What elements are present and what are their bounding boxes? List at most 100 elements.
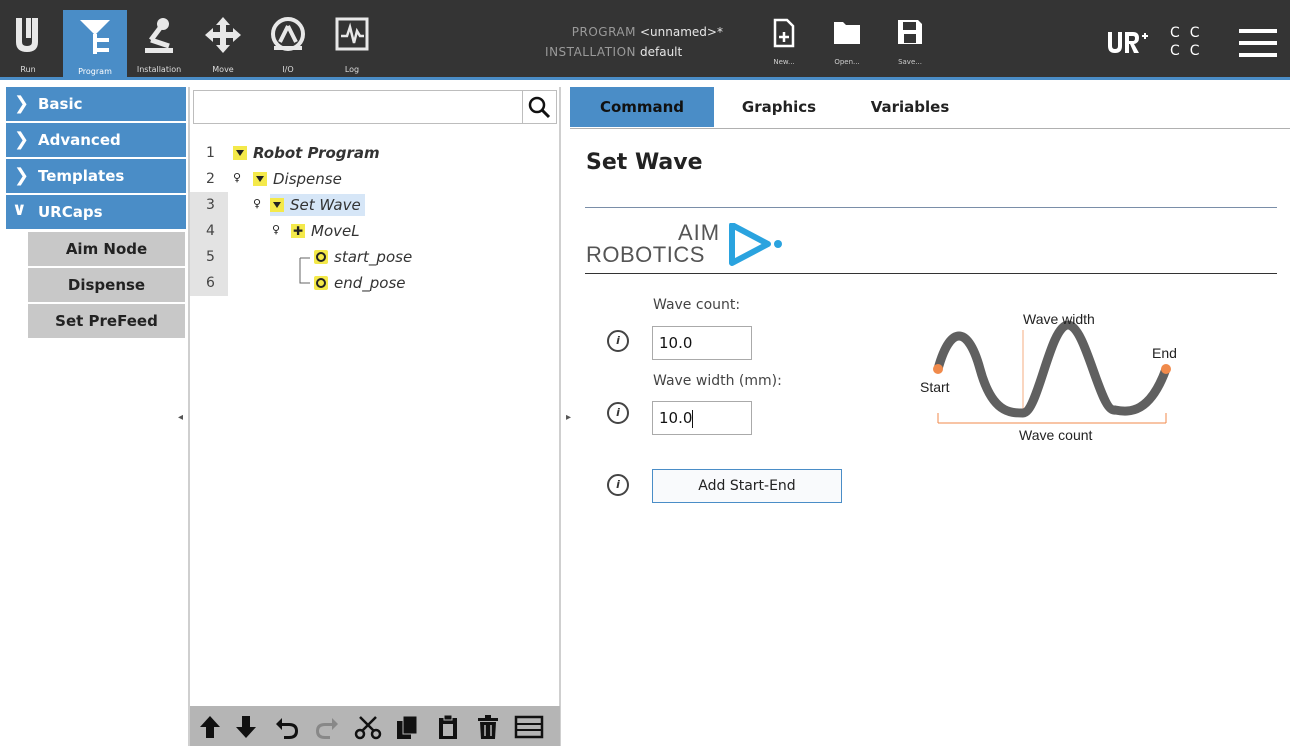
nav-run-button[interactable]: Run bbox=[8, 8, 48, 80]
open-program-label: Open... bbox=[834, 58, 860, 66]
speed-indicator[interactable]: CC CC bbox=[1170, 24, 1218, 60]
collapse-triangle-icon bbox=[270, 197, 284, 212]
tab-graphics[interactable]: Graphics bbox=[720, 87, 838, 127]
program-key: PROGRAM bbox=[571, 25, 636, 39]
ur-logo-icon bbox=[16, 18, 38, 52]
wave-count-input[interactable]: 10.0 bbox=[652, 326, 752, 360]
new-file-icon bbox=[773, 18, 795, 48]
line-number: 4 bbox=[190, 218, 228, 244]
tree-search-input[interactable] bbox=[198, 92, 522, 124]
tree-node-movel[interactable]: ✚ MoveL bbox=[291, 220, 360, 242]
left-splitter-handle[interactable]: ◂ bbox=[178, 412, 183, 423]
top-bar: Run Program Installation Move I/O Log PR… bbox=[0, 0, 1290, 80]
nav-log-button[interactable]: Log bbox=[326, 8, 378, 80]
wave-count-label: Wave count: bbox=[653, 297, 741, 313]
nav-installation-button[interactable]: Installation bbox=[130, 8, 188, 80]
urcap-item-aim-node[interactable]: Aim Node bbox=[28, 232, 185, 266]
waypoint-icon bbox=[314, 249, 328, 264]
nav-installation-label: Installation bbox=[136, 65, 182, 74]
divider bbox=[585, 207, 1277, 208]
diagram-wave-count-label: Wave count bbox=[1019, 427, 1093, 443]
category-urcaps-label: URCaps bbox=[38, 203, 103, 221]
collapse-triangle-icon bbox=[253, 171, 267, 186]
program-info: PROGRAM <unnamed>* INSTALLATION default bbox=[536, 22, 723, 62]
tab-variables[interactable]: Variables bbox=[850, 87, 970, 127]
tree-search-field[interactable] bbox=[193, 90, 557, 124]
line-number: 3 bbox=[190, 192, 228, 218]
category-advanced[interactable]: ❯ Advanced bbox=[6, 123, 186, 157]
tree-node-label: Dispense bbox=[273, 170, 342, 188]
redo-icon[interactable] bbox=[314, 714, 340, 740]
tab-command[interactable]: Command bbox=[570, 87, 714, 127]
suppress-icon[interactable] bbox=[514, 714, 544, 740]
tree-node-label: Robot Program bbox=[253, 144, 380, 162]
move-icon: ✚ bbox=[291, 223, 305, 238]
tree-node-start-pose[interactable]: start_pose bbox=[314, 246, 412, 268]
category-templates[interactable]: ❯ Templates bbox=[6, 159, 186, 193]
diagram-wave-width-label: Wave width bbox=[1023, 311, 1095, 327]
urcap-item-set-prefeed[interactable]: Set PreFeed bbox=[28, 304, 185, 338]
nav-log-label: Log bbox=[344, 65, 360, 74]
nav-program-button[interactable]: Program bbox=[63, 10, 127, 80]
save-program-button[interactable]: Save... bbox=[886, 18, 934, 70]
category-advanced-label: Advanced bbox=[38, 131, 121, 149]
pin-icon: ♀ bbox=[272, 223, 281, 236]
io-icon bbox=[271, 17, 305, 51]
tree-node-label: MoveL bbox=[311, 222, 360, 240]
installation-key: INSTALLATION bbox=[545, 45, 636, 59]
aim-robotics-logo: AIM ROBOTICS bbox=[586, 220, 796, 270]
tree-node-dispense[interactable]: Dispense bbox=[253, 168, 342, 190]
new-program-label: New... bbox=[773, 58, 795, 66]
line-number: 2 bbox=[206, 171, 215, 187]
category-basic-label: Basic bbox=[38, 95, 83, 113]
cut-icon[interactable] bbox=[354, 714, 382, 740]
nav-move-button[interactable]: Move bbox=[198, 8, 248, 80]
arrow-up-icon[interactable] bbox=[198, 714, 222, 740]
speed-indicator-c: C bbox=[1189, 43, 1210, 59]
tree-node-label: Set Wave bbox=[290, 196, 361, 214]
text-cursor bbox=[692, 409, 694, 428]
tree-node-set-wave[interactable]: Set Wave bbox=[270, 194, 365, 216]
category-urcaps[interactable]: ∨ URCaps bbox=[6, 195, 186, 229]
info-icon[interactable]: i bbox=[607, 330, 629, 352]
move-arrows-icon bbox=[205, 17, 241, 53]
tree-node-label: start_pose bbox=[334, 248, 413, 266]
nav-io-label: I/O bbox=[282, 65, 294, 74]
chevron-down-icon: ∨ bbox=[12, 199, 27, 220]
hamburger-menu-button[interactable] bbox=[1238, 26, 1278, 60]
undo-icon[interactable] bbox=[274, 714, 300, 740]
speed-indicator-c: C bbox=[1170, 43, 1190, 59]
new-program-button[interactable]: New... bbox=[760, 18, 808, 70]
speed-indicator-c: C bbox=[1189, 25, 1210, 41]
nav-io-button[interactable]: I/O bbox=[262, 8, 314, 80]
paste-icon[interactable] bbox=[436, 714, 460, 740]
open-program-button[interactable]: Open... bbox=[823, 18, 871, 70]
chevron-right-icon: ❯ bbox=[14, 93, 30, 114]
tree-toolbar bbox=[190, 706, 560, 746]
urcap-item-dispense[interactable]: Dispense bbox=[28, 268, 185, 302]
ur-plus-button[interactable] bbox=[1106, 30, 1150, 60]
add-start-end-button[interactable]: Add Start-End bbox=[652, 469, 842, 503]
search-button[interactable] bbox=[522, 91, 556, 123]
tree-node-end-pose[interactable]: end_pose bbox=[314, 272, 406, 294]
ur-plus-icon bbox=[1108, 32, 1148, 53]
save-disk-icon bbox=[898, 20, 922, 44]
delete-icon[interactable] bbox=[476, 714, 500, 740]
category-basic[interactable]: ❯ Basic bbox=[6, 87, 186, 121]
program-icon bbox=[80, 20, 110, 54]
search-icon bbox=[528, 96, 551, 119]
installation-name: default bbox=[640, 45, 683, 59]
category-templates-label: Templates bbox=[38, 167, 125, 185]
arrow-down-icon[interactable] bbox=[234, 714, 258, 740]
log-icon bbox=[335, 17, 369, 51]
line-number: 5 bbox=[190, 244, 228, 270]
copy-icon[interactable] bbox=[395, 714, 419, 740]
info-icon[interactable]: i bbox=[607, 402, 629, 424]
info-icon[interactable]: i bbox=[607, 474, 629, 496]
tree-node-robot-program[interactable]: Robot Program bbox=[233, 142, 380, 164]
center-splitter-handle[interactable]: ▸ bbox=[566, 412, 571, 423]
wave-width-label: Wave width (mm): bbox=[653, 373, 782, 389]
wave-width-input[interactable]: 10.0 bbox=[652, 401, 752, 435]
divider bbox=[585, 273, 1277, 274]
nav-move-label: Move bbox=[212, 65, 234, 74]
